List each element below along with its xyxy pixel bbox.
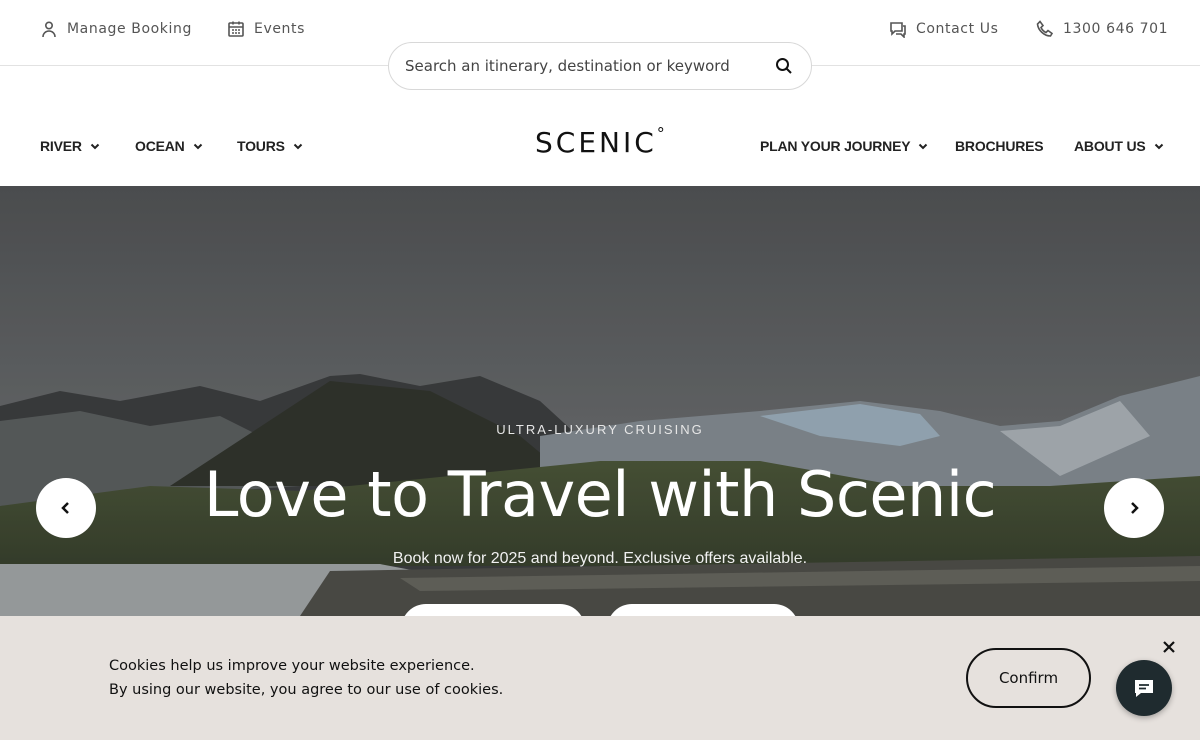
nav-river-label: RIVER	[40, 138, 82, 154]
cookie-confirm-button[interactable]: Confirm	[966, 648, 1091, 708]
search-icon	[776, 58, 792, 74]
chevron-left-icon	[61, 502, 69, 514]
logo-mark: °	[656, 124, 668, 143]
events-label: Events	[254, 21, 306, 37]
nav-about-us[interactable]: ABOUT US	[1074, 138, 1164, 154]
nav-tours-label: TOURS	[237, 138, 285, 154]
hero-headline: Love to Travel with Scenic	[203, 458, 997, 531]
chevron-down-icon	[90, 143, 100, 150]
nav-plan-your-journey[interactable]: PLAN YOUR JOURNEY	[760, 138, 928, 154]
scenic-logo[interactable]: SCENIC°	[535, 124, 668, 159]
chevron-down-icon	[919, 143, 928, 150]
chevron-down-icon	[1154, 143, 1163, 150]
chevron-down-icon	[293, 143, 302, 150]
nav-tours[interactable]: TOURS	[237, 138, 303, 154]
chat-icon	[1135, 680, 1153, 697]
chat-bubble-icon	[890, 22, 906, 38]
cookie-banner: Cookies help us improve your website exp…	[0, 616, 1200, 740]
cookie-close-button[interactable]	[1162, 640, 1180, 658]
nav-brochures-label: BROCHURES	[955, 138, 1044, 154]
phone-icon	[1036, 20, 1054, 37]
nav-ocean[interactable]: OCEAN	[135, 138, 203, 154]
manage-booking-label: Manage Booking	[67, 21, 192, 37]
search-button[interactable]	[773, 55, 795, 77]
hero-cta-button-2[interactable]	[607, 604, 799, 616]
close-icon	[1163, 641, 1175, 653]
user-icon	[42, 21, 56, 38]
calendar-icon	[228, 21, 244, 37]
chevron-down-icon	[193, 143, 202, 150]
events-link[interactable]: Events	[227, 20, 305, 38]
search-bar	[388, 42, 812, 90]
phone-number: 1300 646 701	[1063, 21, 1169, 37]
chevron-right-icon	[1131, 502, 1139, 514]
search-input[interactable]	[405, 57, 773, 75]
carousel-next-button[interactable]	[1104, 478, 1164, 538]
manage-booking-link[interactable]: Manage Booking	[40, 20, 192, 38]
cookie-text-line-2: By using our website, you agree to our u…	[109, 682, 504, 698]
hero-banner: ULTRA-LUXURY CRUISING Love to Travel wit…	[0, 186, 1200, 616]
hero-subtext: Book now for 2025 and beyond. Exclusive …	[392, 550, 808, 567]
contact-us-link[interactable]: Contact Us	[889, 20, 998, 38]
nav-plan-label: PLAN YOUR JOURNEY	[760, 138, 911, 154]
nav-brochures[interactable]: BROCHURES	[955, 138, 1044, 154]
nav-about-label: ABOUT US	[1074, 138, 1146, 154]
carousel-prev-button[interactable]	[36, 478, 96, 538]
phone-link[interactable]: 1300 646 701	[1036, 20, 1168, 38]
hero-eyebrow: ULTRA-LUXURY CRUISING	[496, 422, 704, 437]
logo-text: SCENIC	[535, 126, 657, 159]
nav-river[interactable]: RIVER	[40, 138, 100, 154]
hero-cta-button-1[interactable]	[401, 604, 585, 616]
contact-us-label: Contact Us	[916, 21, 999, 37]
chat-widget-button[interactable]	[1116, 660, 1172, 716]
cookie-text-line-1: Cookies help us improve your website exp…	[109, 658, 475, 674]
nav-ocean-label: OCEAN	[135, 138, 185, 154]
